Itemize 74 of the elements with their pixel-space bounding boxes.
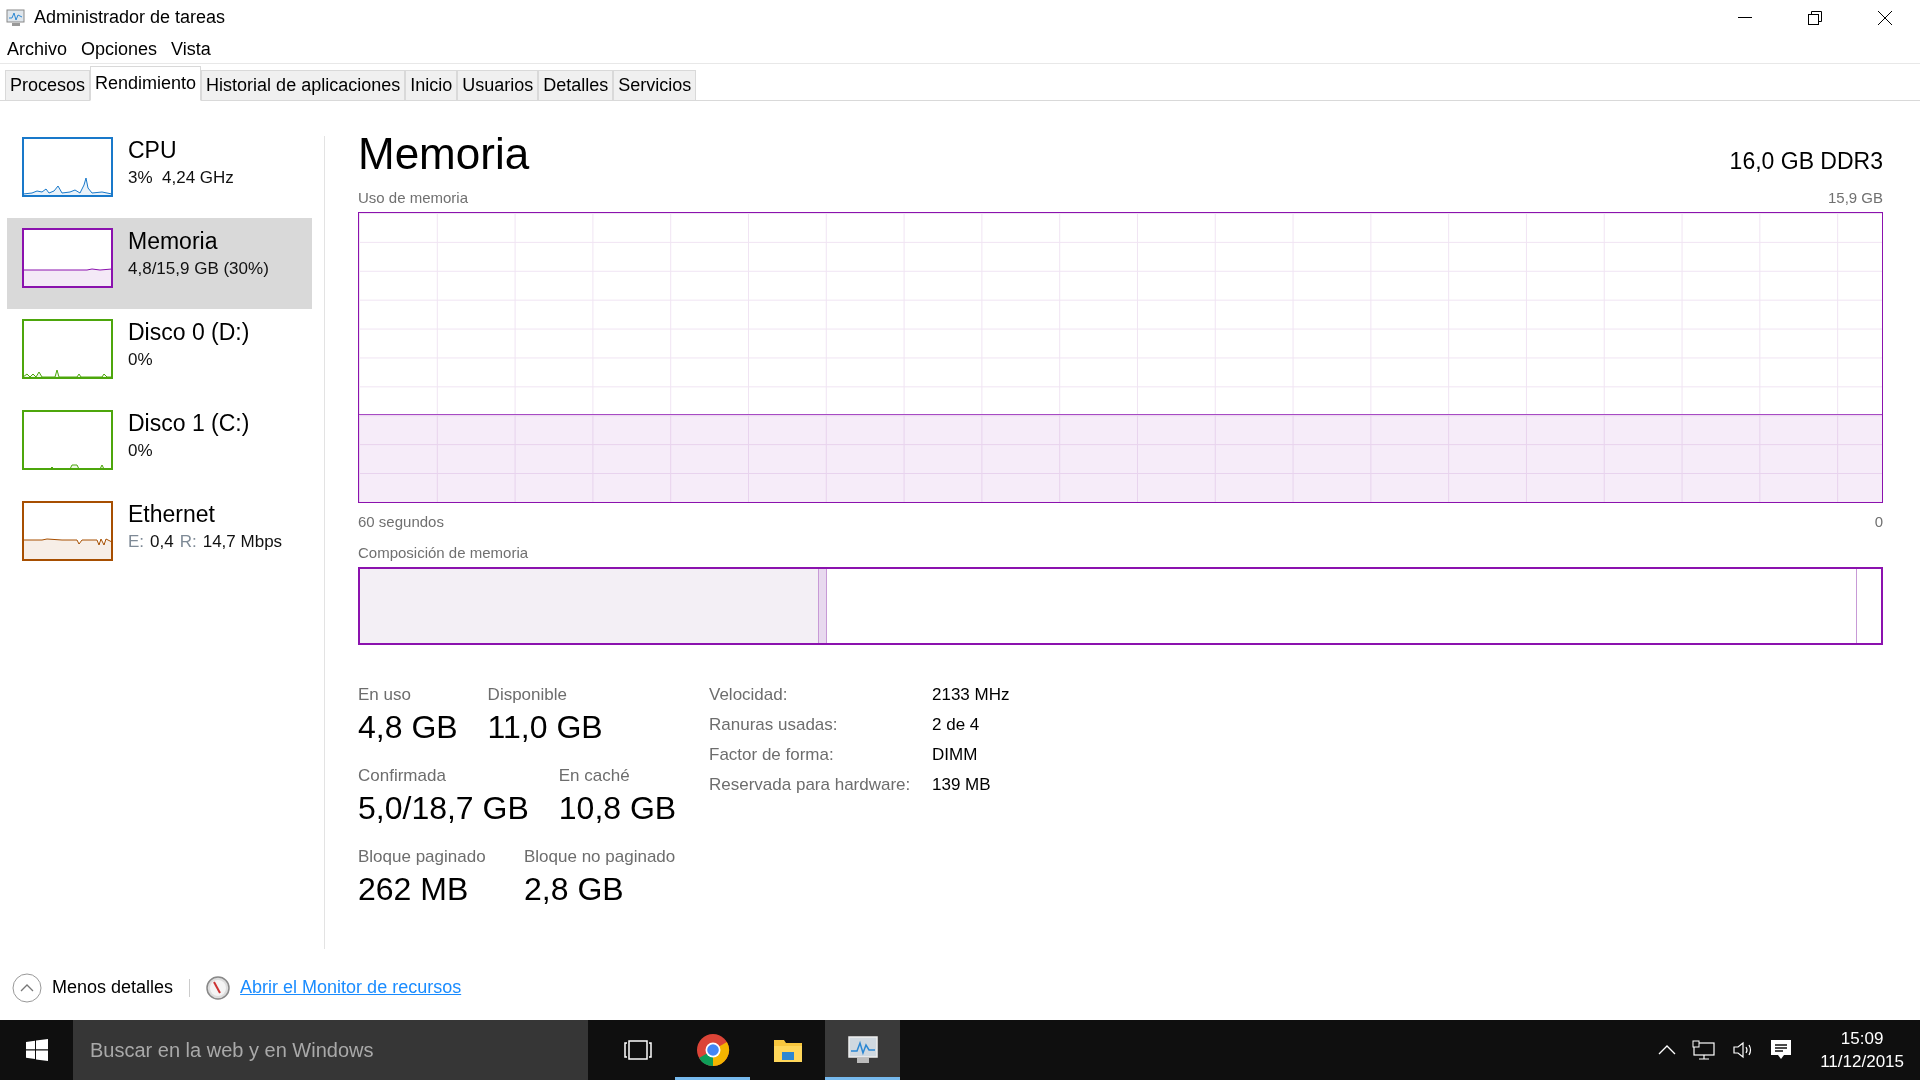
sidebar-item-label: R: xyxy=(179,532,197,552)
sidebar-item[interactable]: Ethernet E: 0,4 R: 14,7 Mbps xyxy=(7,491,312,582)
clock-date: 11/12/2015 xyxy=(1820,1051,1904,1072)
sidebar-item[interactable]: CPU 3% 4,24 GHz xyxy=(7,127,312,218)
clock-time: 15:09 xyxy=(1840,1028,1884,1049)
stat-value: 10,8 GB xyxy=(558,790,677,827)
taskbar-app-button[interactable] xyxy=(825,1020,900,1080)
tab[interactable]: Detalles xyxy=(538,70,614,100)
restore-icon xyxy=(1808,10,1822,25)
sidebar-item-title: Disco 1 (C:) xyxy=(128,410,250,437)
detail-label: Factor de forma: xyxy=(709,745,835,765)
sidebar-item-title: Memoria xyxy=(128,228,219,255)
menu-item[interactable]: Archivo xyxy=(7,38,68,60)
detail-label: Reservada para hardware: xyxy=(709,775,912,795)
task-view-icon xyxy=(623,1040,652,1060)
network-icon[interactable] xyxy=(1692,1040,1717,1060)
search-placeholder: Buscar en la web y en Windows xyxy=(90,1038,374,1062)
composition-label: Composición de memoria xyxy=(358,544,529,561)
sidebar-item-value: 0% xyxy=(128,441,154,461)
axis-label: 60 segundos xyxy=(358,513,444,530)
sidebar-item-title: CPU xyxy=(128,137,178,164)
memory-spec: 16,0 GB DDR3 xyxy=(1729,148,1883,176)
stat-value: 4,8 GB xyxy=(358,709,458,746)
tab[interactable]: Historial de aplicaciones xyxy=(201,70,406,100)
detail-value: 2 de 4 xyxy=(932,715,981,735)
sidebar-item[interactable]: Disco 0 (D:) 0% xyxy=(7,309,312,400)
folder-icon xyxy=(772,1037,803,1063)
detail-label: Ranuras usadas: xyxy=(709,715,839,735)
axis-label: 0 xyxy=(1874,513,1883,530)
tab[interactable]: Servicios xyxy=(613,70,697,100)
sidebar-item[interactable]: Disco 1 (C:) 0% xyxy=(7,400,312,491)
tab[interactable]: Inicio xyxy=(405,70,458,100)
sidebar-item-title: Disco 0 (D:) xyxy=(128,319,250,346)
stat-value: 2,8 GB xyxy=(524,871,625,908)
graph-max-label: 15,9 GB xyxy=(1827,189,1883,206)
sidebar-item-value: 14,7 Mbps xyxy=(202,532,283,552)
stat-label: Bloque paginado xyxy=(358,847,487,867)
graph-label: Uso de memoria xyxy=(358,189,469,206)
notifications-icon[interactable] xyxy=(1770,1039,1793,1061)
sidebar-item-label: E: xyxy=(128,532,145,552)
sidebar-item-value: 4,8/15,9 GB (30%) xyxy=(128,259,269,279)
panel-title: Memoria xyxy=(358,129,530,179)
browser-icon xyxy=(695,1033,730,1067)
tab[interactable]: Usuarios xyxy=(457,70,539,100)
monitor-graph-icon xyxy=(846,1035,879,1065)
detail-value: DIMM xyxy=(932,745,979,765)
gauge-icon xyxy=(206,975,231,1000)
minimize-icon xyxy=(1738,16,1752,19)
sidebar-item[interactable]: Memoria 4,8/15,9 GB (30%) xyxy=(7,218,312,309)
stat-label: Bloque no paginado xyxy=(524,847,676,867)
menu-item[interactable]: Vista xyxy=(171,38,211,60)
windows-logo-icon xyxy=(25,1039,48,1061)
detail-label: Velocidad: xyxy=(709,685,789,705)
stat-value: 11,0 GB xyxy=(487,709,603,746)
monitor-graph-icon xyxy=(6,8,26,27)
stat-label: En caché xyxy=(558,766,631,786)
stat-value: 5,0/18,7 GB xyxy=(358,790,529,827)
sidebar-item-value: 3% 4,24 GHz xyxy=(128,168,234,188)
window-title: Administrador de tareas xyxy=(34,7,226,28)
tab[interactable]: Procesos xyxy=(5,70,91,100)
stat-label: En uso xyxy=(358,685,412,705)
sidebar-item-value: 0,4 xyxy=(150,532,174,552)
sidebar-item-title: Ethernet xyxy=(128,501,216,528)
menu-item[interactable]: Opciones xyxy=(81,38,158,60)
sidebar-item-value: 0% xyxy=(128,350,154,370)
tab[interactable]: Rendimiento xyxy=(90,66,202,101)
detail-value: 139 MB xyxy=(932,775,992,795)
close-icon xyxy=(1878,10,1892,25)
stat-value: 262 MB xyxy=(358,871,470,908)
search-field[interactable]: Buscar en la web y en Windows xyxy=(73,1020,588,1080)
detail-value: 2133 MHz xyxy=(932,685,1010,705)
less-details-button[interactable]: Menos detalles xyxy=(52,977,174,998)
stat-label: Confirmada xyxy=(358,766,447,786)
stat-label: Disponible xyxy=(487,685,568,705)
